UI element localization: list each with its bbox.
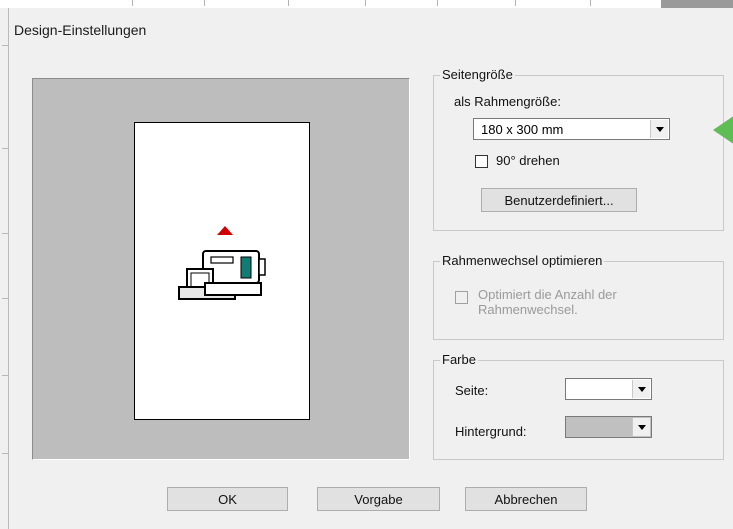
background-top-strip: [0, 0, 733, 8]
preview-page: [134, 122, 310, 420]
green-arrow-icon: [713, 115, 733, 145]
frame-size-select[interactable]: 180 x 300 mm: [473, 118, 670, 140]
design-preview: [32, 78, 410, 460]
optimize-label-line1: Optimiert die Anzahl der: [478, 287, 617, 302]
frame-change-legend: Rahmenwechsel optimieren: [440, 253, 605, 268]
rotate-label[interactable]: 90° drehen: [496, 153, 560, 168]
rotate-checkbox[interactable]: [475, 155, 488, 168]
chevron-down-icon[interactable]: [650, 120, 668, 138]
frame-size-value: 180 x 300 mm: [481, 122, 564, 137]
background-color-label: Hintergrund:: [455, 424, 527, 439]
color-group: Farbe: [433, 352, 724, 460]
background-color-select[interactable]: [565, 416, 652, 438]
cancel-button[interactable]: Abbrechen: [465, 487, 587, 511]
page-color-select[interactable]: [565, 378, 652, 400]
custom-size-button[interactable]: Benutzerdefiniert...: [481, 188, 637, 212]
chevron-down-icon[interactable]: [632, 418, 650, 436]
color-legend: Farbe: [440, 352, 478, 367]
optimize-label-line2: Rahmenwechsel.: [478, 302, 578, 317]
default-button[interactable]: Vorgabe: [317, 487, 440, 511]
ok-button[interactable]: OK: [167, 487, 288, 511]
optimize-checkbox[interactable]: [455, 291, 468, 304]
orientation-arrow-icon: [217, 226, 233, 235]
background-ruler: [2, 8, 9, 529]
frame-size-label: als Rahmengröße:: [454, 94, 561, 109]
chevron-down-icon[interactable]: [632, 380, 650, 398]
page-color-label: Seite:: [455, 383, 489, 398]
embroidery-machine-icon: [178, 250, 266, 300]
background-corner: [661, 0, 733, 8]
page-size-legend: Seitengröße: [440, 67, 515, 82]
dialog-title: Design-Einstellungen: [14, 22, 147, 38]
